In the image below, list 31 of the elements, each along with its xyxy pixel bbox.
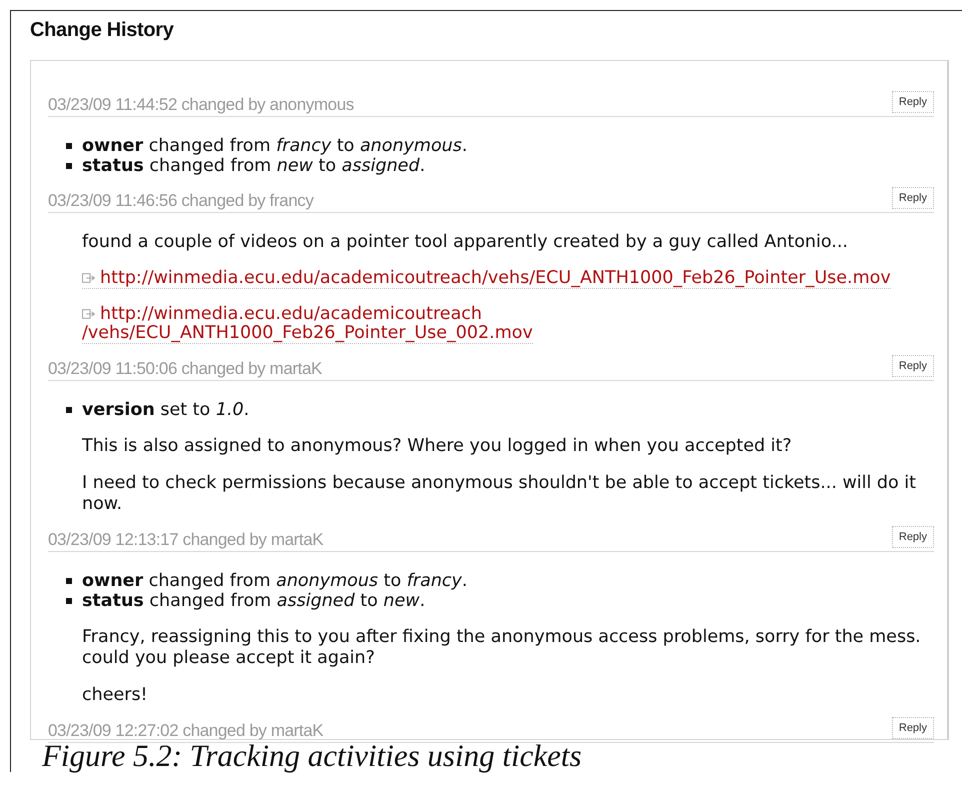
section-title: Change History bbox=[30, 18, 174, 42]
comment-text: found a couple of videos on a pointer tool apparently created by a guy called Antonio... bbox=[82, 232, 849, 253]
bullet-icon bbox=[66, 163, 72, 169]
comment-text: I need to check permissions because anonymous shouldn't be able to accept tickets... will do it now. bbox=[82, 473, 918, 515]
comment-text: Francy, reassigning this to you after fixing the anonymous access problems, sorry for the mess. could you please accept it again? bbox=[82, 627, 922, 669]
reply-button[interactable]: Reply bbox=[892, 355, 934, 377]
external-link-icon bbox=[82, 273, 96, 283]
change-info: 03/23/09 12:13:17 changed by martaK bbox=[48, 530, 324, 551]
reply-button[interactable]: Reply bbox=[892, 717, 934, 739]
comment-text: cheers! bbox=[82, 685, 149, 706]
change-item: version set to 1.0. bbox=[82, 400, 250, 420]
change-info: 03/23/09 12:27:02 changed by martaK bbox=[48, 721, 324, 742]
bullet-icon bbox=[66, 578, 72, 584]
reply-button[interactable]: Reply bbox=[892, 526, 934, 548]
url-link[interactable]: http://winmedia.ecu.edu/academicoutreach/vehs/ECU_ANTH1000_Feb26_Pointer_Use.mov bbox=[82, 269, 891, 289]
reply-button[interactable]: Reply bbox=[892, 187, 934, 209]
bullet-icon bbox=[66, 143, 72, 149]
url-link[interactable]: http://winmedia.ecu.edu/academicoutreach /vehs/ECU_ANTH1000_Feb26_Pointer_Use_002.mov bbox=[82, 305, 533, 344]
external-link-icon bbox=[82, 309, 96, 319]
change-item: owner changed from anonymous to francy. bbox=[82, 571, 468, 591]
bullet-icon bbox=[66, 407, 72, 413]
change-item: owner changed from francy to anonymous. bbox=[82, 136, 468, 156]
change-item: status changed from new to assigned. bbox=[82, 156, 426, 176]
change-info: 03/23/09 11:46:56 changed by francy bbox=[48, 191, 314, 212]
change-info: 03/23/09 11:44:52 changed by anonymous bbox=[48, 95, 354, 116]
change-item: status changed from assigned to new. bbox=[82, 591, 426, 611]
bullet-icon bbox=[66, 598, 72, 604]
reply-button[interactable]: Reply bbox=[892, 91, 934, 113]
figure-caption: Figure 5.2: Tracking activities using tickets bbox=[42, 740, 582, 772]
change-info: 03/23/09 11:50:06 changed by martaK bbox=[48, 359, 322, 380]
comment-text: This is also assigned to anonymous? Where you logged in when you accepted it? bbox=[82, 436, 793, 457]
